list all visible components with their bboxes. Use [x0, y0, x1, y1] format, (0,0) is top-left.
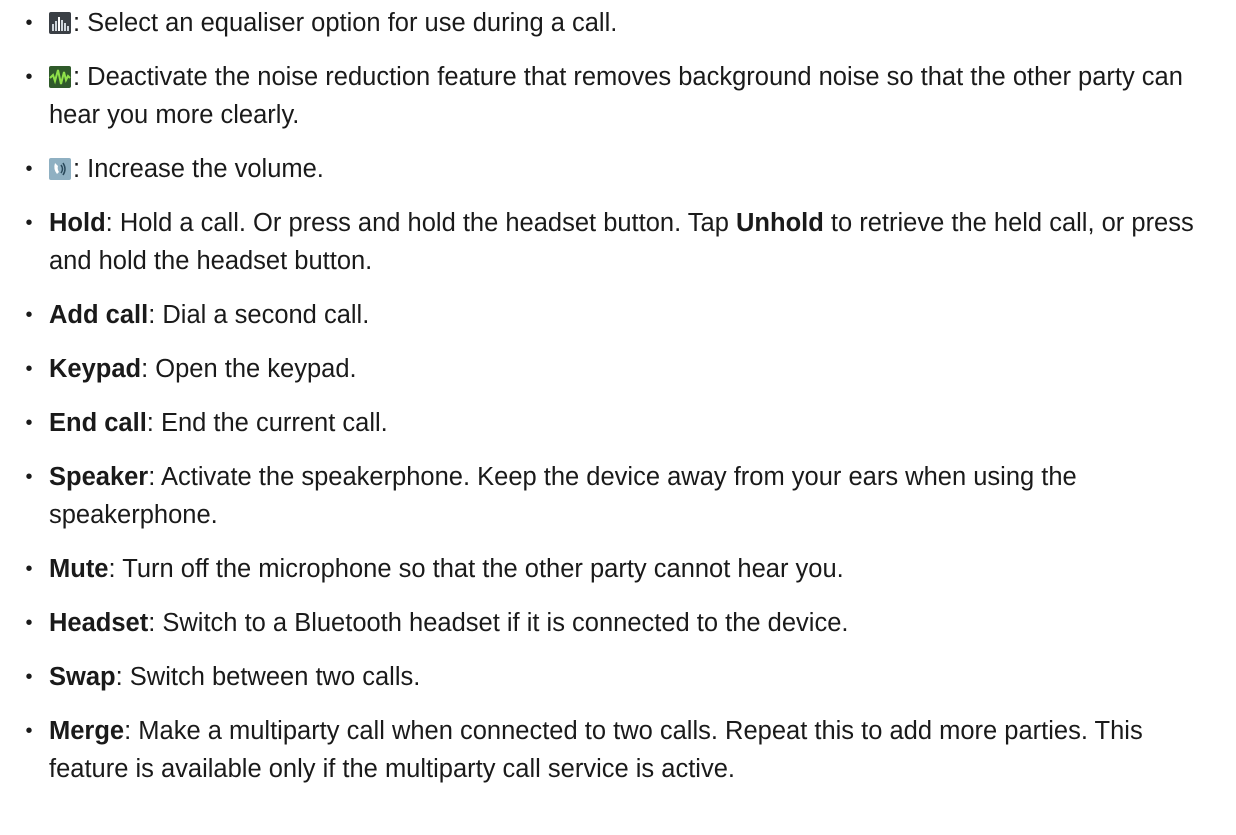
item-description: : Dial a second call. — [148, 301, 370, 329]
item-description: : Open the keypad. — [141, 355, 357, 383]
bullet: • — [25, 466, 33, 488]
volume-boost-icon — [49, 158, 71, 180]
list-item-merge: • Merge: Make a multiparty call when con… — [20, 712, 1216, 788]
item-description: : Activate the speakerphone. Keep the de… — [49, 463, 1077, 529]
item-term: Add call — [49, 301, 149, 329]
bullet: • — [25, 66, 33, 88]
item-description: : Deactivate the noise reduction feature… — [49, 63, 1183, 129]
item-term: Keypad — [49, 355, 142, 383]
list-item-end-call: • End call: End the current call. — [20, 404, 1216, 442]
list-item-volume: • : Increase the volume. — [20, 150, 1216, 188]
list-item-add-call: • Add call: Dial a second call. — [20, 296, 1216, 334]
item-term-unhold: Unhold — [736, 209, 824, 237]
list-item-equaliser: • : Select an equaliser option for use d… — [20, 4, 1216, 42]
item-description: : End the current call. — [146, 409, 388, 437]
bullet: • — [25, 158, 33, 180]
bullet: • — [25, 558, 33, 580]
item-description: : Turn off the microphone so that the ot… — [108, 555, 844, 583]
list-item-keypad: • Keypad: Open the keypad. — [20, 350, 1216, 388]
item-term: Merge — [49, 717, 125, 745]
item-term: Speaker — [49, 463, 149, 491]
bullet: • — [25, 666, 33, 688]
item-term: Headset — [49, 609, 149, 637]
list-item-headset: • Headset: Switch to a Bluetooth headset… — [20, 604, 1216, 642]
bullet: • — [25, 358, 33, 380]
list-item-swap: • Swap: Switch between two calls. — [20, 658, 1216, 696]
item-term: Hold — [49, 209, 106, 237]
item-description: : Hold a call. Or press and hold the hea… — [105, 209, 736, 237]
bullet: • — [25, 212, 33, 234]
bullet: • — [25, 612, 33, 634]
bullet: • — [25, 720, 33, 742]
list-item-hold: • Hold: Hold a call. Or press and hold t… — [20, 204, 1216, 280]
item-description: : Switch to a Bluetooth headset if it is… — [148, 609, 849, 637]
list-item-mute: • Mute: Turn off the microphone so that … — [20, 550, 1216, 588]
bullet: • — [25, 412, 33, 434]
list-item-speaker: • Speaker: Activate the speakerphone. Ke… — [20, 458, 1216, 534]
noise-reduction-icon — [49, 66, 71, 88]
call-options-list: • : Select an equaliser option for use d… — [20, 4, 1216, 804]
list-item-noise-reduction: • : Deactivate the noise reduction featu… — [20, 58, 1216, 134]
item-term: Swap — [49, 663, 116, 691]
bullet: • — [25, 304, 33, 326]
item-term: Mute — [49, 555, 109, 583]
item-description: : Select an equaliser option for use dur… — [73, 9, 618, 37]
item-description: : Switch between two calls. — [115, 663, 421, 691]
item-description: : Make a multiparty call when connected … — [49, 717, 1143, 783]
bullet: • — [25, 12, 33, 34]
item-term: End call — [49, 409, 147, 437]
item-description: : Increase the volume. — [73, 155, 324, 183]
equaliser-icon — [49, 12, 71, 34]
